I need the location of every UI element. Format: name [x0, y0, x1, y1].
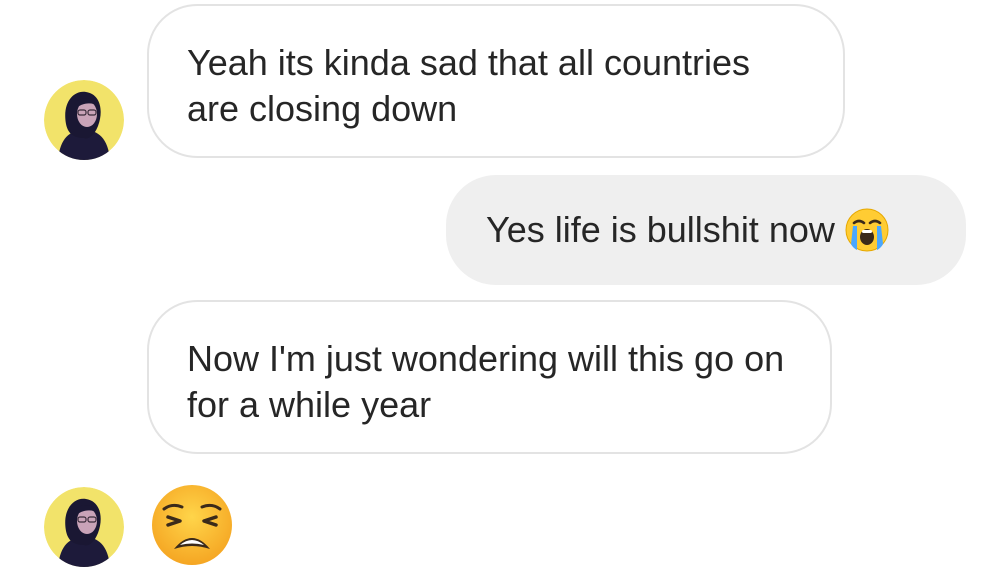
- message-text: Yeah its kinda sad that all countries ar…: [187, 42, 751, 129]
- message-bubble-outgoing[interactable]: Yes life is bullshit now: [446, 175, 966, 285]
- sender-avatar[interactable]: [44, 80, 124, 160]
- message-bubble[interactable]: Now I'm just wondering will this go on f…: [147, 300, 832, 454]
- loudly-crying-face-icon: [845, 208, 889, 252]
- message-text: Now I'm just wondering will this go on f…: [187, 338, 785, 425]
- weary-face-icon[interactable]: [150, 483, 234, 567]
- avatar-photo: [44, 487, 124, 567]
- message-text: Yes life is bullshit now: [486, 209, 835, 250]
- message-bubble[interactable]: Yeah its kinda sad that all countries ar…: [147, 4, 845, 158]
- avatar-photo: [44, 80, 124, 160]
- sender-avatar[interactable]: [44, 487, 124, 567]
- chat-thread: Yeah its kinda sad that all countries ar…: [0, 0, 1000, 574]
